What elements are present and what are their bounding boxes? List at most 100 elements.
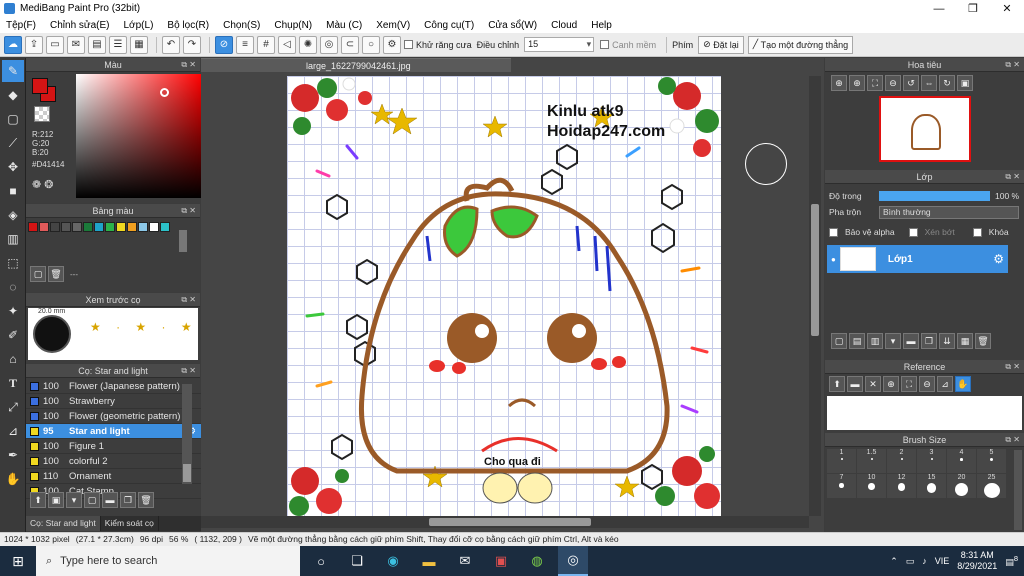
foreground-color-swatch[interactable] [32,78,48,94]
save-cloud-icon[interactable]: ⇪ [25,35,43,54]
move-tool-icon[interactable]: ✥ [2,156,24,178]
reset-button[interactable]: ⊘ Đặt lại [698,35,744,54]
protect-alpha-checkbox[interactable] [829,227,838,237]
drawing-canvas[interactable]: Kinlu atk9 Hoidap247.com Cho qua đi [287,76,721,516]
merge-layer-icon[interactable]: ⇊ [939,333,955,349]
brush-folder-icon[interactable]: ▣ [48,492,64,508]
mail-icon[interactable]: ✉ [450,546,480,576]
maximize-button[interactable]: ❐ [956,0,990,17]
document-tab[interactable]: large_1622799042461.jpg [201,58,511,72]
panel-popout-icon[interactable]: ⧉ ✕ [1005,433,1020,447]
menu-layer[interactable]: Lớp(L) [124,20,154,31]
lock-checkbox[interactable] [972,227,982,237]
duplicate-layer-icon[interactable]: ❐ [921,333,937,349]
shape-tool-icon[interactable]: ■ [2,180,24,202]
brush-size-cell[interactable]: 1 [827,449,856,473]
zoom-in-alt-icon[interactable]: ⊕ [849,75,865,91]
menu-cloud[interactable]: Cloud [551,20,577,31]
palette-swatch[interactable] [127,222,137,232]
fit-icon[interactable]: ⛶ [867,75,883,91]
blend-select[interactable]: Bình thường [879,205,1019,219]
palette-swatch[interactable] [105,222,115,232]
reference-zoom-out-icon[interactable]: ⊖ [919,376,935,392]
palette-swatch[interactable] [138,222,148,232]
palette-swatch[interactable] [160,222,170,232]
new-layer-icon[interactable]: ▢ [831,333,847,349]
palette-scrollbar[interactable] [179,230,187,252]
edge-icon[interactable]: ◉ [378,546,408,576]
new-palette-icon[interactable]: ▢ [30,266,46,282]
add-layer-menu-icon[interactable]: ▾ [885,333,901,349]
smooth-checkbox[interactable] [600,40,610,49]
language-indicator[interactable]: VIE [935,556,950,566]
menu-help[interactable]: Help [591,20,612,31]
notification-icon[interactable]: ▤8 [1005,554,1018,568]
snap-off-icon[interactable]: ⊘ [215,35,233,54]
brush-size-cell[interactable]: 7 [827,474,856,498]
brush-list-item[interactable]: 100 colorful 2 [26,454,206,469]
brush-size-cell[interactable]: 12 [887,474,916,498]
brush-size-cell[interactable]: 3 [917,449,946,473]
zoom-in-icon[interactable]: ⊕ [831,75,847,91]
color-picker-cursor[interactable] [160,88,169,97]
palette-swatch[interactable] [94,222,104,232]
reference-zoom-in-icon[interactable]: ⊕ [883,376,899,392]
antialias-checkbox[interactable] [404,40,413,49]
palette-swatch[interactable] [50,222,60,232]
brush-size-cell[interactable]: 1.5 [857,449,886,473]
layer-folder-icon[interactable]: ▬ [903,333,919,349]
reset-view-icon[interactable]: ▣ [957,75,973,91]
parallel-snap-icon[interactable]: ≡ [236,35,254,54]
brush-list-item[interactable]: 100 Strawberry [26,394,206,409]
tab-brush[interactable]: Cọ: Star and light [26,516,101,531]
menu-window[interactable]: Cửa sổ(W) [488,20,537,31]
horizontal-scroll-thumb[interactable] [429,518,591,526]
cortana-icon[interactable]: ○ [306,546,336,576]
undo-icon[interactable]: ↶ [162,35,180,54]
eyedropper-tool-icon[interactable]: ⊿ [2,420,24,442]
magic-wand-icon[interactable]: ✦ [2,300,24,322]
menu-select[interactable]: Chọn(S) [223,20,260,31]
rotate-left-icon[interactable]: ↺ [903,75,919,91]
layer-item[interactable]: ● Lớp1 ⚙ [827,245,1008,273]
brush-list-item[interactable]: 110 Ornament [26,469,206,484]
divide-tool-icon[interactable]: ⌂ [2,348,24,370]
reference-fit-icon[interactable]: ⛶ [901,376,917,392]
task-view-icon[interactable]: ❏ [342,546,372,576]
fill-tool-icon[interactable]: ◈ [2,204,24,226]
rotate-right-icon[interactable]: ↻ [939,75,955,91]
reference-eyedropper-icon[interactable]: ⊿ [937,376,953,392]
gradient-tool-icon[interactable]: ▥ [2,228,24,250]
close-reference-icon[interactable]: ✕ [865,376,881,392]
menu-edit[interactable]: Chỉnh sửa(E) [50,20,110,31]
brush-size-cell[interactable]: 10 [857,474,886,498]
taskbar-search[interactable]: ⌕ Type here to search [36,546,300,576]
panel-popout-icon[interactable]: ⧉ ✕ [181,364,196,378]
saturation-value-picker[interactable] [76,74,202,198]
menu-tools[interactable]: Công cụ(T) [424,20,474,31]
tray-chevron-icon[interactable]: ⌃ [890,556,898,567]
delete-layer-icon[interactable]: 🗑 [975,333,991,349]
panel-popout-icon[interactable]: ⧉ ✕ [1005,170,1020,184]
tab-brush-control[interactable]: Kiểm soát cọ [101,516,159,531]
eraser-tool-icon[interactable]: ◆ [2,84,24,106]
brush-menu-icon[interactable]: ▾ [66,492,82,508]
panel-popout-icon[interactable]: ⧉ ✕ [181,293,196,307]
delete-palette-icon[interactable]: 🗑 [48,266,64,282]
delete-brush-icon[interactable]: 🗑 [138,492,154,508]
zoom-out-icon[interactable]: ⊖ [885,75,901,91]
straight-line-button[interactable]: ╱ Tạo một đường thẳng [747,35,854,54]
canvas-horizontal-scrollbar[interactable] [201,516,809,528]
menu-snap[interactable]: Chụp(N) [274,20,312,31]
brush-tool-icon[interactable]: ✎ [2,60,24,82]
upload-reference-icon[interactable]: ⬆ [829,376,845,392]
lasso-tool-icon[interactable]: ◌ [2,276,24,298]
brush-list-scrollbar[interactable] [182,384,192,484]
palette-swatch[interactable] [149,222,159,232]
panel-popout-icon[interactable]: ⧉ ✕ [1005,58,1020,72]
grid-list-icon[interactable]: ▦ [130,35,148,54]
flip-icon[interactable]: ⇔ [921,75,937,91]
cloud-icon[interactable]: ☁ [4,35,22,54]
select-pen-icon[interactable]: ✐ [2,324,24,346]
brush-size-cell[interactable]: 15 [917,474,946,498]
